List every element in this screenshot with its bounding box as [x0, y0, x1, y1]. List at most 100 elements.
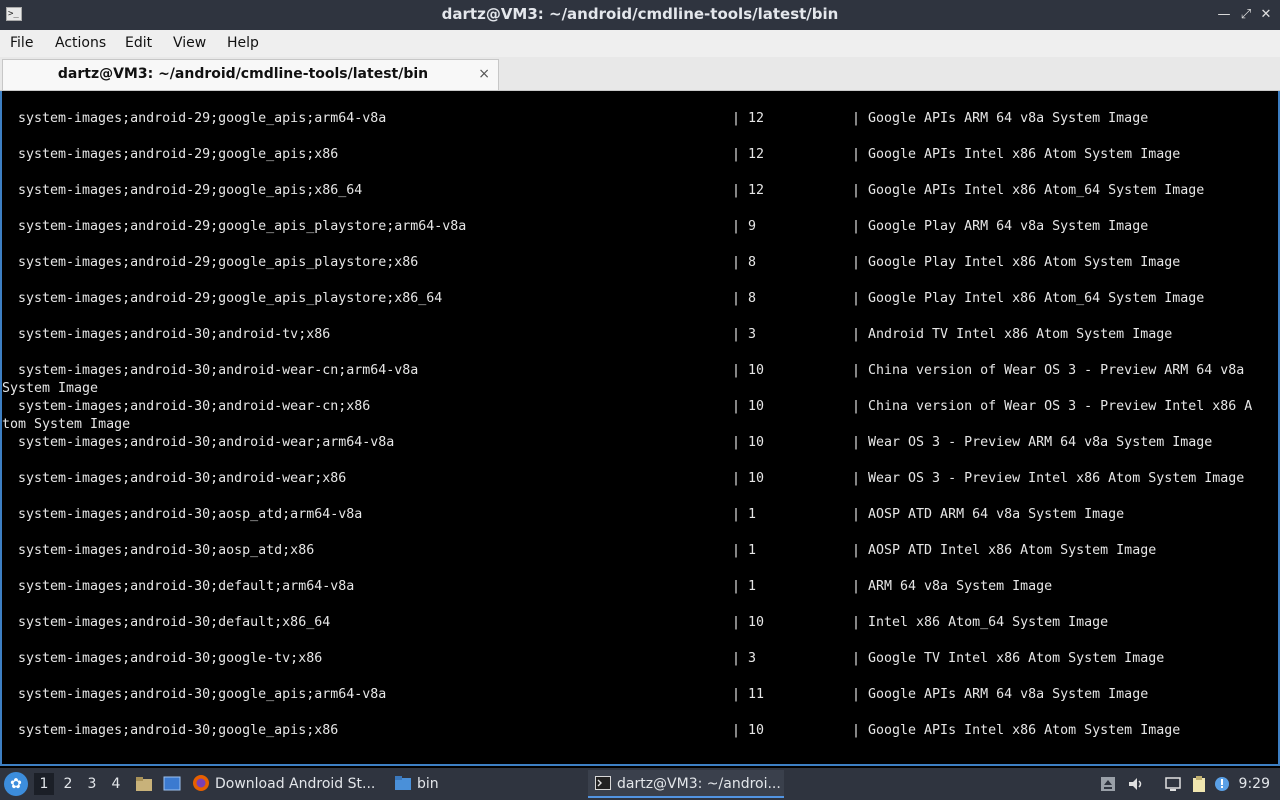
- task-firefox[interactable]: Download Android St...: [192, 770, 384, 798]
- package-description: | AOSP ATD ARM 64 v8a System Image: [852, 507, 1125, 522]
- menu-file[interactable]: File: [10, 30, 33, 56]
- terminal-row: system-images;android-30;android-wear;ar…: [2, 415, 1278, 451]
- close-window-button[interactable]: ✕: [1258, 7, 1274, 23]
- network-icon[interactable]: [1164, 775, 1182, 793]
- package-path: system-images;android-30;google-tv;x86: [18, 651, 323, 666]
- package-path: system-images;android-30;android-wear-cn…: [18, 399, 371, 414]
- package-description: | Google Play ARM 64 v8a System Image: [852, 219, 1149, 234]
- terminal-row: system-images;android-29;google_apis;x86…: [2, 127, 1278, 163]
- package-path: system-images;android-29;google_apis;x86…: [18, 183, 363, 198]
- package-description: | Wear OS 3 - Preview ARM 64 v8a System …: [852, 435, 1213, 450]
- package-path: system-images;android-30;google_apis;x86: [18, 723, 339, 738]
- package-path: system-images;android-30;google_apis;arm…: [18, 687, 387, 702]
- package-version: | 10: [732, 435, 765, 450]
- terminal-row: system-images;android-29;google_apis_pla…: [2, 199, 1278, 235]
- package-version: | 10: [732, 615, 765, 630]
- terminal-tab[interactable]: dartz@VM3: ~/android/cmdline-tools/lates…: [2, 59, 499, 90]
- package-description: | China version of Wear OS 3 - Preview I…: [852, 399, 1253, 414]
- workspace-4[interactable]: 4: [106, 773, 126, 795]
- package-description: | China version of Wear OS 3 - Preview A…: [852, 363, 1245, 378]
- tab-close-icon[interactable]: ×: [478, 65, 490, 83]
- maximize-button[interactable]: ⤢: [1238, 7, 1254, 23]
- menu-bar: File Actions Edit View Help: [0, 30, 1280, 57]
- start-menu-icon[interactable]: ✿: [4, 772, 28, 796]
- package-path: system-images;android-29;google_apis_pla…: [18, 255, 419, 270]
- terminal-row: system-images;android-30;google-tv;x86 | …: [2, 631, 1278, 667]
- package-description: | Intel x86 Atom_64 System Image: [852, 615, 1109, 630]
- terminal-output[interactable]: system-images;android-29;google_apis;arm…: [0, 91, 1280, 766]
- menu-help[interactable]: Help: [227, 30, 259, 56]
- volume-icon[interactable]: [1127, 775, 1145, 793]
- package-version: | 3: [732, 327, 757, 342]
- terminal-row: system-images;android-30;aosp_atd;x86 | 1…: [2, 523, 1278, 559]
- tab-label: dartz@VM3: ~/android/cmdline-tools/lates…: [57, 66, 429, 82]
- package-version: | 11: [732, 687, 765, 702]
- show-desktop-icon[interactable]: [162, 774, 182, 794]
- window-titlebar[interactable]: >_ dartz@VM3: ~/android/cmdline-tools/la…: [0, 0, 1280, 30]
- clipboard-icon[interactable]: [1190, 775, 1208, 793]
- terminal-row: system-images;android-30;android-wear;x8…: [2, 451, 1278, 487]
- package-version: | 8: [732, 255, 757, 270]
- terminal-row: system-images;android-30;android-wear-cn…: [2, 343, 1278, 396]
- package-path: system-images;android-30;aosp_atd;arm64-…: [18, 507, 363, 522]
- task-terminal[interactable]: dartz@VM3: ~/androi...: [588, 770, 784, 798]
- terminal-row: system-images;android-30;google_apis;x86…: [2, 703, 1278, 739]
- package-version: | 9: [732, 219, 757, 234]
- package-path: system-images;android-30;default;x86_64: [18, 615, 331, 630]
- package-version: | 12: [732, 111, 765, 126]
- package-version: | 1: [732, 507, 757, 522]
- firefox-icon: [193, 775, 209, 791]
- minimize-button[interactable]: —: [1216, 7, 1232, 23]
- package-version: | 12: [732, 147, 765, 162]
- package-version: | 12: [732, 183, 765, 198]
- package-description: | Google APIs Intel x86 Atom_64 System I…: [852, 183, 1205, 198]
- package-version: | 10: [732, 363, 765, 378]
- clock: 9:29: [1238, 776, 1270, 792]
- package-version: | 10: [732, 399, 765, 414]
- package-description: | Wear OS 3 - Preview Intel x86 Atom Sys…: [852, 471, 1245, 486]
- terminal-row: system-images;android-30;google_apis;arm…: [2, 667, 1278, 703]
- terminal-row: system-images;android-29;google_apis;arm…: [2, 91, 1278, 127]
- taskbar: ✿ 1 2 3 4 Download Android St... bin dar…: [0, 768, 1280, 800]
- package-version: | 10: [732, 471, 765, 486]
- package-description: | Google TV Intel x86 Atom System Image: [852, 651, 1165, 666]
- package-version: | 8: [732, 291, 757, 306]
- package-version: | 1: [732, 579, 757, 594]
- terminal-row: system-images;android-29;google_apis;x86…: [2, 163, 1278, 199]
- task-bin-folder[interactable]: bin: [394, 770, 574, 798]
- package-description: | Google Play Intel x86 Atom_64 System I…: [852, 291, 1205, 306]
- package-path: system-images;android-30;default;arm64-v…: [18, 579, 355, 594]
- package-path: system-images;android-29;google_apis_pla…: [18, 291, 443, 306]
- package-path: system-images;android-30;android-wear-cn…: [18, 363, 419, 378]
- package-path: system-images;android-30;android-wear;x8…: [18, 471, 347, 486]
- package-path: system-images;android-29;google_apis_pla…: [18, 219, 467, 234]
- update-notifier-icon[interactable]: [1213, 775, 1231, 793]
- workspace-1[interactable]: 1: [34, 773, 54, 795]
- terminal-row: system-images;android-30;default;arm64-v…: [2, 559, 1278, 595]
- folder-icon: [395, 776, 411, 790]
- terminal-row: system-images;android-30;default;x86_64 |…: [2, 595, 1278, 631]
- package-description: | ARM 64 v8a System Image: [852, 579, 1053, 594]
- file-manager-icon[interactable]: [134, 774, 154, 794]
- menu-actions[interactable]: Actions: [55, 30, 106, 56]
- package-version: | 1: [732, 543, 757, 558]
- package-version: | 10: [732, 723, 765, 738]
- package-path: system-images;android-29;google_apis;x86: [18, 147, 339, 162]
- menu-view[interactable]: View: [173, 30, 206, 56]
- package-description: | Google APIs Intel x86 Atom System Imag…: [852, 147, 1181, 162]
- package-description: | Google APIs ARM 64 v8a System Image: [852, 111, 1149, 126]
- tab-bar: dartz@VM3: ~/android/cmdline-tools/lates…: [0, 57, 1280, 91]
- workspace-3[interactable]: 3: [82, 773, 102, 795]
- workspace-2[interactable]: 2: [58, 773, 78, 795]
- package-path: system-images;android-29;google_apis;arm…: [18, 111, 387, 126]
- task-terminal-label: dartz@VM3: ~/androi...: [617, 776, 781, 792]
- terminal-row: system-images;android-30;android-wear-cn…: [2, 379, 1278, 432]
- menu-edit[interactable]: Edit: [125, 30, 152, 56]
- terminal-row: system-images;android-29;google_apis_pla…: [2, 271, 1278, 307]
- terminal-icon: [595, 776, 611, 790]
- package-description: | Google APIs ARM 64 v8a System Image: [852, 687, 1149, 702]
- package-path: system-images;android-30;android-tv;x86: [18, 327, 331, 342]
- package-path: system-images;android-30;aosp_atd;x86: [18, 543, 315, 558]
- eject-icon[interactable]: [1099, 775, 1117, 793]
- task-firefox-label: Download Android St...: [215, 776, 376, 792]
